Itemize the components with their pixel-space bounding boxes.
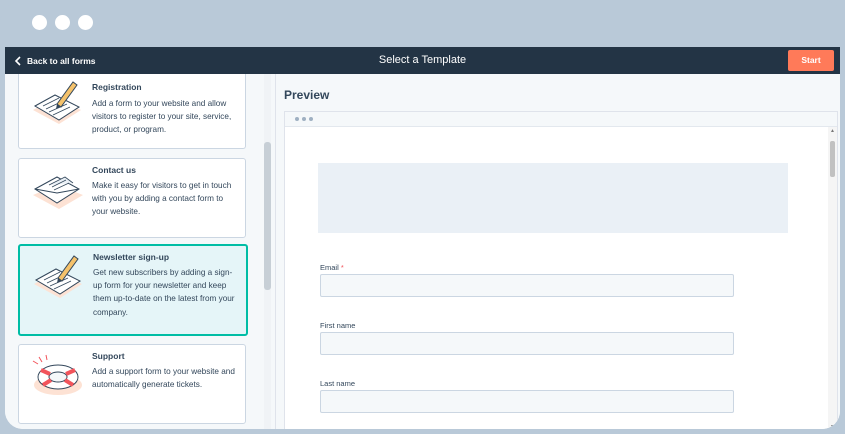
template-title: Registration (92, 82, 142, 92)
first-name-field-label: First name (320, 321, 356, 330)
scroll-up-arrow-icon[interactable]: ▲ (830, 128, 835, 134)
start-button[interactable]: Start (788, 50, 834, 71)
template-list: Registration Add a form to your website … (5, 74, 276, 429)
required-marker: * (340, 263, 344, 272)
template-description: Make it easy for visitors to get in touc… (92, 181, 232, 217)
email-field[interactable] (320, 274, 734, 297)
preview-title: Preview (284, 88, 330, 102)
first-name-field[interactable] (320, 332, 734, 355)
template-card-registration[interactable]: Registration Add a form to your website … (18, 74, 246, 149)
back-label: Back to all forms (27, 55, 96, 66)
form-header-placeholder (318, 163, 788, 233)
chevron-left-icon (14, 55, 21, 66)
preview-dots-icon (295, 117, 313, 121)
template-description: Add a form to your website and allow vis… (92, 99, 232, 135)
window-dot-icon (78, 15, 93, 30)
template-title: Newsletter sign-up (93, 252, 170, 262)
page-title: Select a Template (378, 54, 467, 66)
window-dot-icon (32, 15, 47, 30)
template-list-scrollbar-thumb[interactable] (264, 142, 271, 290)
back-to-all-forms-link[interactable]: Back to all forms (14, 47, 96, 74)
last-name-field-label: Last name (320, 379, 356, 388)
preview-scrollbar-thumb[interactable] (830, 141, 835, 177)
template-card-contact-us[interactable]: Contact us Make it easy for visitors to … (18, 158, 246, 238)
template-description: Add a support form to your website and a… (92, 367, 235, 390)
scroll-down-arrow-icon[interactable]: ▼ (830, 424, 835, 429)
last-name-field[interactable] (320, 390, 734, 413)
envelope-icon (33, 176, 83, 209)
browser-frame: Select a Template Back to all forms Star… (0, 0, 845, 434)
template-title: Contact us (92, 165, 136, 175)
window-dot-icon (55, 15, 70, 30)
pen-form-icon (33, 81, 81, 124)
template-title: Support (92, 351, 125, 361)
lifebuoy-icon (32, 354, 82, 395)
preview-panel: Preview Email * First name Last name ▲ ▼ (276, 74, 840, 429)
window-controls (32, 15, 93, 30)
preview-window: Email * First name Last name ▲ ▼ (284, 111, 838, 429)
top-bar: Select a Template Back to all forms Star… (5, 47, 840, 74)
app-window: Select a Template Back to all forms Star… (5, 47, 840, 429)
template-card-newsletter-sign-up[interactable]: Newsletter sign-up Get new subscribers b… (18, 244, 248, 336)
pen-form-icon (34, 255, 82, 298)
template-description: Get new subscribers by adding a sign-up … (93, 268, 235, 317)
preview-window-bar (285, 112, 837, 127)
email-field-label: Email * (320, 263, 344, 272)
template-card-support[interactable]: Support Add a support form to your websi… (18, 344, 246, 424)
